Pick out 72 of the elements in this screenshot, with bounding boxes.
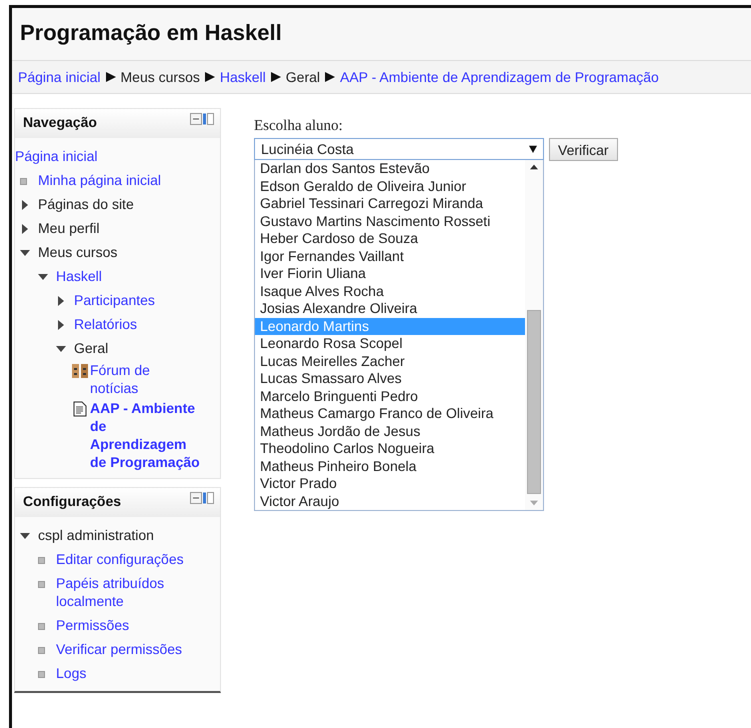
dropdown-option[interactable]: Lucas Smassaro Alves	[255, 370, 525, 388]
separator-icon	[204, 72, 215, 82]
nav-link[interactable]: Editar configurações	[56, 550, 184, 568]
separator-icon	[270, 72, 281, 82]
dropdown-option[interactable]: Leonardo Rosa Scopel	[255, 335, 525, 352]
dropdown-option[interactable]: Isaque Alves Rocha	[255, 282, 525, 300]
nav-link[interactable]: Página inicial	[15, 147, 98, 165]
dropdown-option[interactable]: Theodolino Carlos Nogueira	[255, 440, 525, 458]
dropdown-option[interactable]: Igor Fernandes Vaillant	[255, 248, 525, 265]
dropdown-option[interactable]: Marcelo Bringuenti Pedro	[255, 388, 525, 405]
caret-down-icon[interactable]	[20, 248, 30, 258]
nav-link[interactable]: Verificar permissões	[56, 640, 182, 658]
page-title: Programação em Haskell	[20, 20, 283, 46]
nav-label: Geral	[74, 339, 108, 357]
nav-link[interactable]: Participantes	[74, 291, 155, 309]
dropdown-option[interactable]: Josias Alexandre Oliveira	[255, 300, 525, 318]
dropdown-option[interactable]: Victor Araujo	[255, 492, 525, 510]
nav-link[interactable]: Relatórios	[74, 315, 138, 333]
dropdown-option[interactable]: Darlan dos Santos Estevão	[255, 160, 525, 178]
dropdown-option[interactable]: Gustavo Martins Nascimento Rosseti	[255, 212, 525, 230]
bullet-icon	[20, 178, 27, 185]
separator-icon	[325, 72, 335, 82]
dropdown-option[interactable]: Matheus Pinheiro Bonela	[255, 458, 525, 475]
nav-link[interactable]: Papéis atribuídos localmente	[56, 574, 186, 610]
separator-icon	[106, 72, 116, 82]
caret-down-icon[interactable]	[20, 531, 30, 541]
caret-right-icon[interactable]	[20, 200, 30, 210]
bullet-icon	[38, 671, 45, 678]
forum-icon	[72, 363, 88, 379]
document-icon	[72, 401, 88, 417]
dropdown-option[interactable]: Matheus Camargo Franco de Oliveira	[255, 405, 525, 422]
nav-link[interactable]: Permissões	[56, 616, 130, 634]
nav-label: Meu perfil	[38, 219, 100, 237]
student-select[interactable]: Lucinéia Costa	[254, 138, 544, 160]
bullet-icon	[38, 581, 45, 588]
bullet-icon	[38, 647, 45, 654]
scroll-up-icon[interactable]	[530, 163, 538, 171]
nav-link[interactable]: Logs	[56, 664, 86, 682]
dropdown-option[interactable]: Lucas Meirelles Zacher	[255, 352, 525, 370]
breadcrumb-link[interactable]: Haskell	[220, 69, 266, 85]
nav-link[interactable]: AAP - Ambiente de Aprendizagem de Programação	[90, 399, 202, 471]
block-title: Navegação	[23, 114, 97, 130]
nav-label: Páginas do site	[38, 195, 134, 213]
scrollbar[interactable]	[525, 160, 543, 510]
caret-down-icon[interactable]	[38, 272, 48, 282]
dropdown-option[interactable]: Heber Cardoso de Souza	[255, 230, 525, 248]
block-title: Configurações	[23, 493, 122, 509]
nav-label: cspl administration	[38, 526, 154, 544]
breadcrumb-link[interactable]: AAP - Ambiente de Aprendizagem de Programação	[340, 69, 659, 85]
breadcrumb-item: Geral	[286, 69, 320, 85]
caret-down-icon	[529, 145, 537, 153]
nav-link[interactable]: Fórum de notícias	[90, 361, 202, 397]
caret-right-icon[interactable]	[56, 296, 66, 306]
block-controls-icon[interactable]	[190, 492, 214, 504]
caret-right-icon[interactable]	[56, 320, 66, 330]
block-controls-icon[interactable]	[190, 113, 214, 125]
field-label: Escolha aluno:	[254, 118, 344, 135]
dropdown-option[interactable]: Iver Fiorin Uliana	[255, 265, 525, 282]
dropdown-option[interactable]: Gabriel Tessinari Carregozi Miranda	[255, 195, 525, 212]
caret-down-icon[interactable]	[56, 344, 66, 354]
nav-label: Meus cursos	[38, 243, 118, 261]
nav-link[interactable]: Minha página inicial	[38, 171, 161, 189]
breadcrumb-item: Meus cursos	[120, 69, 200, 85]
verify-button[interactable]: Verificar	[549, 138, 618, 161]
dropdown-option[interactable]: Victor Prado	[255, 475, 525, 492]
breadcrumb-link[interactable]: Página inicial	[18, 69, 100, 85]
bullet-icon	[38, 557, 45, 564]
dropdown-option[interactable]: Edson Geraldo de Oliveira Junior	[255, 178, 525, 195]
nav-link[interactable]: Haskell	[56, 267, 102, 285]
dropdown-option[interactable]: Matheus Jordão de Jesus	[255, 422, 525, 440]
caret-right-icon[interactable]	[20, 224, 30, 234]
bullet-icon	[38, 623, 45, 630]
